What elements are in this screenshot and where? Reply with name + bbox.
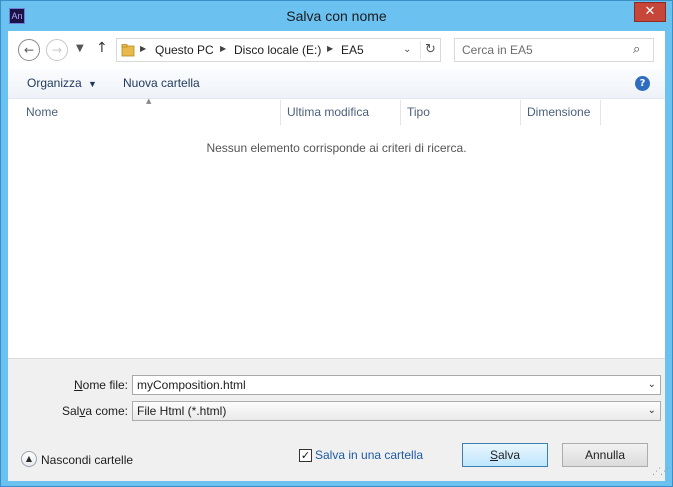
savetype-select[interactable]: File Html (*.html) ⌄ [132, 401, 661, 421]
command-toolbar: Organizza ▼ Nuova cartella ? [8, 69, 665, 99]
address-dropdown-button[interactable]: ⌄ [403, 44, 411, 55]
save-button-mnemonic: S [489, 448, 498, 462]
chevron-down-icon: ⌄ [647, 405, 656, 416]
organize-label: Organizza [27, 76, 82, 90]
up-folder-button[interactable]: ↑ [96, 40, 108, 56]
help-icon[interactable]: ? [635, 76, 650, 91]
column-date-modified[interactable]: Ultima modifica [281, 100, 401, 125]
breadcrumb-ea5[interactable]: EA5 [341, 43, 364, 57]
check-icon: ✓ [300, 449, 311, 462]
breadcrumb-separator-icon: ▶ [220, 44, 227, 53]
search-input[interactable]: Cerca in EA5 [462, 43, 533, 57]
breadcrumb-separator-icon: ▶ [327, 44, 334, 53]
organize-button[interactable]: Organizza ▼ [27, 76, 97, 90]
search-box[interactable]: Cerca in EA5 ⌕ [454, 38, 654, 62]
chevron-down-icon: ▼ [88, 79, 97, 89]
chevron-down-icon: ▼ [76, 43, 84, 54]
column-name[interactable]: Nome [20, 100, 281, 125]
breadcrumb-local-disk[interactable]: Disco locale (E:) [234, 43, 321, 57]
chevron-down-icon: ⌄ [403, 44, 412, 55]
breadcrumb-this-pc[interactable]: Questo PC [155, 43, 214, 57]
address-bar[interactable]: ▶ Questo PC ▶ Disco locale (E:) ▶ EA5 ⌄ … [116, 38, 441, 62]
filename-label-mnemonic: N [73, 378, 83, 392]
save-in-folder-label[interactable]: Salva in una cartella [315, 448, 423, 462]
window-title: Salva con nome [286, 8, 387, 24]
cancel-button[interactable]: Annulla [562, 443, 648, 467]
forward-button[interactable]: → [46, 39, 68, 61]
recent-locations-button[interactable]: ▼ [76, 43, 84, 54]
filename-value: myComposition.html [137, 378, 246, 392]
column-headers: ▲ Nome Ultima modifica Tipo Dimensione [8, 97, 665, 125]
savetype-value: File Html (*.html) [137, 404, 227, 418]
arrow-up-icon: ↑ [96, 40, 108, 56]
title-bar[interactable]: An Salva con nome ✕ [1, 1, 672, 31]
new-folder-button[interactable]: Nuova cartella [123, 76, 200, 90]
savetype-label-text: a come: [85, 404, 128, 418]
save-button[interactable]: Salva [462, 443, 548, 467]
save-in-folder-checkbox[interactable]: ✓ [299, 449, 312, 462]
refresh-icon: ↻ [425, 42, 436, 57]
filename-input[interactable]: myComposition.html ⌄ [132, 375, 661, 395]
filename-label: Nome file: [8, 378, 128, 392]
collapse-folders-icon[interactable]: ▲ [21, 451, 37, 467]
empty-list-message: Nessun elemento corrisponde ai criteri d… [206, 141, 467, 155]
filename-label-text: ome file: [82, 378, 128, 392]
chevron-down-icon[interactable]: ⌄ [648, 376, 656, 394]
column-size[interactable]: Dimensione [521, 100, 601, 125]
save-button-text: alva [498, 448, 521, 462]
refresh-button[interactable]: ↻ [420, 41, 440, 59]
arrow-right-icon: → [51, 43, 63, 57]
hide-folders-button[interactable]: Nascondi cartelle [41, 453, 133, 467]
back-button[interactable]: ← [18, 39, 40, 61]
close-button[interactable]: ✕ [634, 2, 666, 22]
dialog-client-area: ← → ▼ ↑ ▶ Questo PC ▶ Disco locale (E:) … [8, 31, 669, 481]
resize-grip-icon[interactable]: ⋰⋰ [652, 467, 669, 479]
breadcrumb-separator-icon: ▶ [140, 44, 147, 53]
arrow-left-icon: ← [23, 43, 35, 57]
savetype-label: Salva come: [8, 404, 128, 418]
column-type[interactable]: Tipo [401, 100, 521, 125]
save-options-panel: Nome file: myComposition.html ⌄ Salva co… [8, 358, 669, 481]
search-icon[interactable]: ⌕ [633, 42, 640, 57]
folder-icon [121, 44, 135, 57]
save-as-dialog: An Salva con nome ✕ ← → ▼ ↑ ▶ Questo PC … [0, 0, 673, 487]
savetype-label-prefix: Sal [61, 404, 80, 418]
